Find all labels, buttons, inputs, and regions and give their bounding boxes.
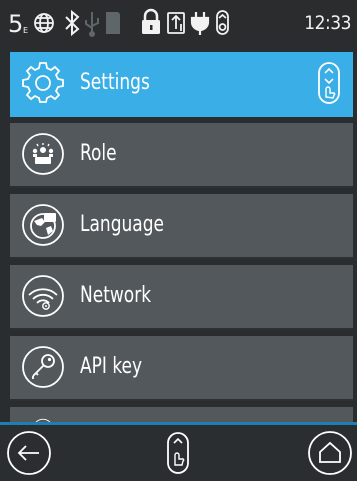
menu-list[interactable]: Settings Role Language Network API key [0,46,357,422]
power-plug-icon [190,12,210,35]
home-button[interactable] [305,428,355,478]
scroll-touch-icon [167,432,189,474]
menu-item-api-key[interactable]: API key [10,336,353,401]
menu-item-language[interactable]: Language [10,194,353,259]
globe-icon [22,204,64,246]
home-icon [308,431,352,475]
network-label: 5 [8,10,23,38]
bluetooth-icon [65,9,80,37]
menu-item-label: Settings [80,70,150,95]
bottom-bar [0,422,357,481]
scroll-touch-icon [318,62,340,104]
menu-item-next[interactable] [10,407,353,422]
menu-item-role[interactable]: Role [10,123,353,188]
menu-item-icon [35,418,51,422]
key-icon [22,346,64,388]
status-bar: 5 E 12:33 [0,0,357,46]
role-icon [22,133,64,175]
usb-icon [85,12,99,37]
scroll-button[interactable] [166,431,190,475]
menu-item-label: Role [80,141,117,166]
sync-icon [167,12,185,34]
menu-item-label: Language [80,212,165,237]
wifi-icon [22,275,64,317]
lock-icon [142,8,160,34]
menu-item-network[interactable]: Network [10,265,353,330]
menu-item-label: Network [80,283,152,308]
sd-card-icon [106,12,120,34]
touch-icon [216,10,229,35]
clock: 12:33 [304,12,351,34]
back-icon [7,431,51,475]
back-button[interactable] [4,428,54,478]
network-sublabel: E [23,26,28,35]
menu-item-label: API key [80,354,143,379]
globe-icon [34,13,54,33]
gear-icon [22,62,64,103]
menu-item-settings[interactable]: Settings [10,52,353,117]
